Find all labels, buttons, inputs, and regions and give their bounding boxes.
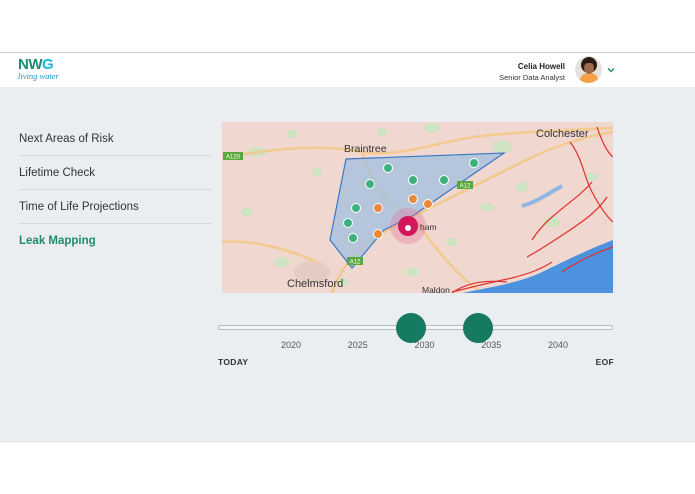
svg-text:A12: A12 bbox=[460, 184, 471, 190]
user-role: Senior Data Analyst bbox=[499, 73, 565, 82]
hotspot-center bbox=[404, 224, 412, 232]
timeline-year-2025: 2025 bbox=[347, 340, 368, 350]
road-badge-a120: A120 bbox=[223, 152, 243, 161]
timeline-handle-end[interactable] bbox=[462, 313, 493, 343]
place-label-witham: ham bbox=[420, 222, 437, 232]
sidebar-item-lifetime-check[interactable]: Lifetime Check bbox=[19, 156, 212, 190]
user-info: Celia Howell Senior Data Analyst bbox=[499, 61, 565, 83]
timeline-year-2040: 2040 bbox=[547, 340, 569, 350]
sidebar-item-time-of-life-projections[interactable]: Time of Life Projections bbox=[19, 190, 212, 224]
user-name: Celia Howell bbox=[517, 62, 565, 71]
timeline-end-label: EOF bbox=[595, 357, 614, 367]
timeline-handle-start[interactable] bbox=[396, 313, 427, 343]
place-label-braintree: Braintree bbox=[344, 143, 387, 155]
timeline-slider[interactable]: 2020 2025 2030 2035 2040 TODAY EOF bbox=[218, 311, 614, 371]
avatar[interactable] bbox=[575, 56, 602, 83]
top-header: NWG living water Celia Howell Senior Dat… bbox=[0, 52, 695, 87]
nwg-logo[interactable]: NWG living water bbox=[18, 57, 66, 83]
leak-map[interactable]: A120 A12 A12 Braintree Colchester Chelms… bbox=[222, 122, 613, 293]
svg-text:A12: A12 bbox=[350, 260, 361, 266]
place-label-maldon: Maldon bbox=[422, 285, 450, 293]
timeline-year-2020: 2020 bbox=[280, 340, 302, 350]
timeline-year-2035: 2035 bbox=[481, 340, 502, 350]
timeline-year-2030: 2030 bbox=[414, 340, 435, 350]
chevron-down-icon[interactable] bbox=[606, 65, 616, 75]
map-canvas: A120 A12 A12 Braintree Colchester Chelms… bbox=[222, 122, 613, 293]
svg-text:A120: A120 bbox=[226, 155, 241, 161]
main-panel: Next Areas of Risk Lifetime Check Time o… bbox=[0, 87, 695, 443]
page: NWG living water Celia Howell Senior Dat… bbox=[0, 0, 695, 494]
road-badge-a12-south: A12 bbox=[347, 257, 363, 266]
logo-tagline: living water bbox=[18, 71, 59, 81]
avatar-image bbox=[575, 56, 602, 83]
sidebar-nav: Next Areas of Risk Lifetime Check Time o… bbox=[19, 122, 212, 258]
place-label-chelmsford: Chelmsford bbox=[287, 278, 343, 290]
place-label-colchester: Colchester bbox=[536, 128, 589, 140]
sidebar-item-next-areas-of-risk[interactable]: Next Areas of Risk bbox=[19, 122, 212, 156]
road-badge-a12-north: A12 bbox=[457, 181, 473, 190]
timeline-start-label: TODAY bbox=[218, 357, 249, 367]
sidebar-item-leak-mapping[interactable]: Leak Mapping bbox=[19, 224, 212, 258]
